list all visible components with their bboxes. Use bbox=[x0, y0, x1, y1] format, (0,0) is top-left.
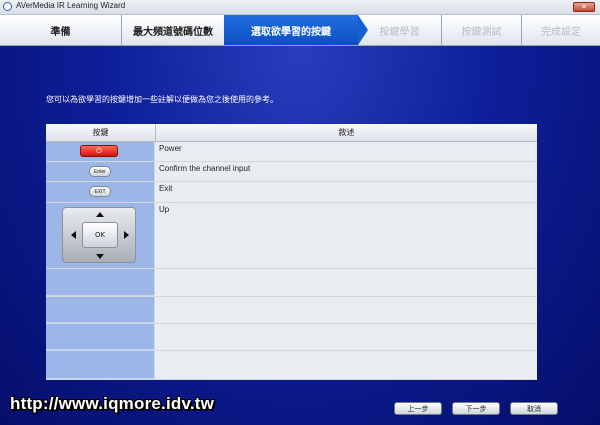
power-button[interactable]: ⏻ bbox=[80, 145, 118, 157]
wizard-content: 您可以為欲學習的按鍵增加一些註解以便做為您之後使用的參考。 按鍵 敘述 ⏻ Po… bbox=[0, 46, 600, 425]
step-select-keys: 選取欲學習的按鍵 bbox=[224, 15, 368, 45]
step-key-test: 按鍵測試 bbox=[442, 15, 522, 45]
next-button[interactable]: 下一步 bbox=[452, 402, 500, 415]
arrow-left-icon[interactable] bbox=[71, 231, 76, 239]
step-prepare: 準備 bbox=[0, 15, 122, 45]
table-row-empty[interactable] bbox=[46, 324, 537, 351]
step-max-channel-digits: 最大頻道號碼位數 bbox=[133, 26, 213, 38]
key-cell: Enter bbox=[46, 162, 155, 181]
key-description-table: 按鍵 敘述 ⏻ Power Enter Confirm the channel … bbox=[46, 124, 537, 380]
table-row-empty[interactable] bbox=[46, 269, 537, 297]
description-cell[interactable]: Power bbox=[159, 144, 182, 153]
table-row-exit[interactable]: EXIT Exit bbox=[46, 182, 537, 203]
description-cell[interactable]: Up bbox=[159, 205, 169, 214]
description-cell[interactable]: Confirm the channel input bbox=[159, 164, 250, 173]
close-icon: ✕ bbox=[581, 2, 587, 11]
key-cell bbox=[46, 297, 155, 323]
key-cell bbox=[46, 351, 155, 379]
window-title: AVerMedia IR Learning Wizard bbox=[16, 1, 126, 10]
exit-button[interactable]: EXIT bbox=[89, 186, 111, 197]
cancel-button[interactable]: 取消 bbox=[510, 402, 558, 415]
key-cell bbox=[46, 269, 155, 296]
app-icon bbox=[3, 2, 12, 11]
table-row-up[interactable]: OK Up bbox=[46, 203, 537, 269]
step-finish-setup: 完成設定 bbox=[541, 26, 581, 38]
column-header-key: 按鍵 bbox=[46, 124, 156, 141]
key-cell bbox=[46, 324, 155, 350]
table-row-power[interactable]: ⏻ Power bbox=[46, 142, 537, 162]
column-header-description: 敘述 bbox=[338, 128, 355, 137]
key-cell: ⏻ bbox=[46, 142, 155, 161]
step-key-learning: 按鍵學習 bbox=[358, 15, 442, 45]
ok-button[interactable]: OK bbox=[82, 222, 118, 248]
close-button[interactable]: ✕ bbox=[573, 2, 595, 12]
arrow-down-icon[interactable] bbox=[96, 254, 104, 259]
wizard-steps: 準備 最大頻道號碼位數 選取欲學習的按鍵 按鍵學習 按鍵測試 完成設定 bbox=[0, 15, 600, 46]
key-cell: OK bbox=[46, 203, 155, 268]
enter-button[interactable]: Enter bbox=[89, 166, 111, 177]
table-row-empty[interactable] bbox=[46, 297, 537, 324]
table-header: 按鍵 敘述 bbox=[46, 124, 537, 142]
table-row-enter[interactable]: Enter Confirm the channel input bbox=[46, 162, 537, 182]
dpad: OK bbox=[62, 207, 136, 263]
table-row-empty[interactable] bbox=[46, 351, 537, 380]
arrow-up-icon[interactable] bbox=[96, 212, 104, 217]
arrow-right-icon[interactable] bbox=[124, 231, 129, 239]
watermark-url: http://www.iqmore.idv.tw bbox=[10, 394, 215, 413]
title-bar: AVerMedia IR Learning Wizard ✕ bbox=[0, 0, 600, 15]
description-cell[interactable]: Exit bbox=[159, 184, 172, 193]
instruction-text: 您可以為欲學習的按鍵增加一些註解以便做為您之後使用的參考。 bbox=[46, 95, 278, 104]
power-icon: ⏻ bbox=[96, 146, 102, 155]
back-button[interactable]: 上一步 bbox=[394, 402, 442, 415]
key-cell: EXIT bbox=[46, 182, 155, 202]
